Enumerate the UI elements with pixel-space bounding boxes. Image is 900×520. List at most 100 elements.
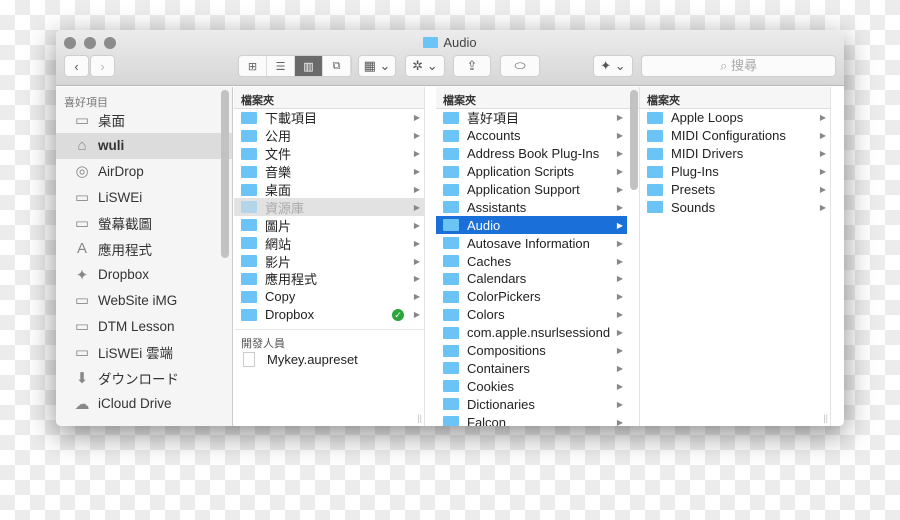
search-input[interactable]: ⌕ 搜尋: [641, 55, 836, 77]
sidebar-item-label: LiSWEi: [98, 189, 143, 205]
sidebar-item[interactable]: ▭ WebSite iMG: [56, 288, 232, 314]
sidebar-item[interactable]: ▭ 螢幕截圖: [56, 210, 232, 236]
folder-name: Assistants: [467, 199, 527, 215]
sidebar-item[interactable]: ▭ LiSWEi: [56, 184, 232, 210]
folder-name: Accounts: [467, 128, 521, 144]
folder-item[interactable]: 網站 ▶: [234, 234, 424, 252]
folder-item[interactable]: Presets ▶: [640, 181, 830, 199]
folder-item[interactable]: Accounts ▶: [436, 127, 627, 145]
folder-name: Dropbox: [265, 307, 315, 323]
sidebar-item[interactable]: ✦ Dropbox: [56, 262, 232, 288]
disclosure-arrow-icon: ▶: [413, 220, 420, 230]
action-gear-button[interactable]: ✲ ⌄: [405, 55, 445, 77]
disclosure-arrow-icon: ▶: [616, 363, 623, 373]
disclosure-arrow-icon: ▶: [616, 399, 623, 409]
folder-name: Plug-Ins: [671, 164, 719, 180]
folder-item[interactable]: com.apple.nsurlsessiond ▶: [436, 324, 627, 342]
column-resize-handle[interactable]: ||: [417, 413, 422, 423]
folder-item[interactable]: Plug-Ins ▶: [640, 163, 830, 181]
sidebar-item[interactable]: ▭ LiSWEi 雲端: [56, 339, 232, 365]
folder-item[interactable]: Application Support ▶: [436, 181, 627, 199]
folder-item[interactable]: Caches ▶: [436, 252, 627, 270]
folder-item[interactable]: 公用 ▶: [234, 127, 424, 145]
sidebar-item[interactable]: A 應用程式: [56, 236, 232, 262]
folder-item[interactable]: Compositions ▶: [436, 342, 627, 360]
folder-icon: [443, 326, 459, 339]
coverflow-view-button[interactable]: ⧉: [323, 56, 351, 76]
dropbox-button[interactable]: ✦ ⌄: [593, 55, 633, 77]
folder-item[interactable]: Apple Loops ▶: [640, 109, 830, 127]
sidebar-item-label: Dropbox: [98, 267, 150, 283]
home-icon: ⌂: [77, 137, 87, 155]
column-1: 檔案夾 下載項目 ▶ 公用 ▶ 文件 ▶ 音樂 ▶ 桌面 ▶ 資源庫 ▶ 圖片 ▶ 網站 ▶ 影片 ▶ 應用程式 ▶ C…: [234, 87, 425, 426]
folder-item[interactable]: Sounds ▶: [640, 198, 830, 216]
disclosure-arrow-icon: ▶: [616, 256, 623, 266]
folder-item[interactable]: Copy ▶: [234, 288, 424, 306]
folder-name: ColorPickers: [467, 289, 541, 305]
folder-icon: ▭: [74, 292, 90, 310]
folder-item[interactable]: 文件 ▶: [234, 145, 424, 163]
disclosure-arrow-icon: ▶: [616, 328, 623, 338]
sidebar: 喜好項目 ▭ 桌面 ⌂ wuli ◎ AirDrop ▭ LiSWEi ▭ 螢幕截圖 A 應用程式 ✦ D…: [56, 87, 233, 426]
sidebar-item-label: WebSite iMG: [98, 292, 178, 308]
sidebar-scrollbar[interactable]: [221, 90, 229, 258]
folder-item[interactable]: MIDI Configurations ▶: [640, 127, 830, 145]
folder-name: 音樂: [265, 165, 292, 181]
disclosure-arrow-icon: ▶: [616, 274, 623, 284]
folder-icon: [423, 37, 439, 48]
toolbar: Audio ‹ › ⊞ ☰ ▥ ⧉ ▦ ⌄ ✲ ⌄ ⇪ ⬭ ✦ ⌄ ⌕ 搜尋: [56, 30, 844, 86]
folder-item[interactable]: Dictionaries ▶: [436, 395, 627, 413]
sidebar-item[interactable]: ▭ 桌面: [56, 107, 232, 133]
folder-item[interactable]: Colors ▶: [436, 306, 627, 324]
tag-button[interactable]: ⬭: [500, 55, 540, 77]
sidebar-item[interactable]: ▭ DTM Lesson: [56, 313, 232, 339]
folder-item[interactable]: Application Scripts ▶: [436, 163, 627, 181]
folder-name: 公用: [265, 129, 292, 145]
forward-button[interactable]: ›: [90, 55, 115, 77]
folder-item[interactable]: 下載項目 ▶: [234, 109, 424, 127]
sidebar-item[interactable]: ◎ AirDrop: [56, 159, 232, 185]
share-button[interactable]: ⇪: [453, 55, 491, 77]
icon-view-button[interactable]: ⊞: [239, 56, 267, 76]
arrange-button[interactable]: ▦ ⌄: [358, 55, 396, 77]
folder-item[interactable]: Address Book Plug-Ins ▶: [436, 145, 627, 163]
folder-item[interactable]: 音樂 ▶: [234, 163, 424, 181]
sidebar-item[interactable]: ☁ iCloud Drive: [56, 391, 232, 417]
file-item[interactable]: Mykey.aupreset: [234, 351, 424, 369]
folder-item[interactable]: Falcon ▶: [436, 413, 627, 426]
disclosure-arrow-icon: ▶: [616, 310, 623, 320]
folder-item[interactable]: MIDI Drivers ▶: [640, 145, 830, 163]
folder-item[interactable]: 桌面 ▶: [234, 181, 424, 199]
folder-item[interactable]: Dropbox ✓ ▶: [234, 306, 424, 324]
list-view-button[interactable]: ☰: [267, 56, 295, 76]
finder-window: Audio ‹ › ⊞ ☰ ▥ ⧉ ▦ ⌄ ✲ ⌄ ⇪ ⬭ ✦ ⌄ ⌕ 搜尋 喜…: [56, 30, 844, 426]
folder-item[interactable]: Calendars ▶: [436, 270, 627, 288]
folder-name: MIDI Drivers: [671, 146, 744, 162]
folder-item[interactable]: 圖片 ▶: [234, 216, 424, 234]
folder-item[interactable]: 資源庫 ▶: [234, 198, 424, 217]
sidebar-item[interactable]: ⬇ ダウンロード: [56, 365, 232, 391]
folder-icon: [647, 183, 663, 196]
folder-item[interactable]: Autosave Information ▶: [436, 234, 627, 252]
folder-item[interactable]: Audio ▶: [436, 216, 627, 235]
column-view-button[interactable]: ▥: [295, 56, 323, 76]
folder-item[interactable]: 影片 ▶: [234, 252, 424, 270]
column-resize-handle[interactable]: ||: [823, 413, 828, 423]
sidebar-item-label: 應用程式: [98, 242, 152, 258]
folder-item[interactable]: Assistants ▶: [436, 198, 627, 216]
column-scrollbar[interactable]: [630, 90, 638, 190]
folder-name: Presets: [671, 182, 716, 197]
back-button[interactable]: ‹: [64, 55, 89, 77]
folder-item[interactable]: Cookies ▶: [436, 377, 627, 395]
sidebar-item[interactable]: ⌂ wuli: [56, 132, 232, 159]
folder-name: 圖片: [265, 218, 292, 234]
folder-item[interactable]: Containers ▶: [436, 359, 627, 377]
folder-item[interactable]: 應用程式 ▶: [234, 270, 424, 288]
folder-name: MIDI Configurations: [671, 128, 786, 144]
folder-item[interactable]: 喜好項目 ▶: [436, 109, 627, 127]
folder-icon: [647, 129, 663, 142]
folder-item[interactable]: ColorPickers ▶: [436, 288, 627, 306]
folder-name: 應用程式: [265, 272, 318, 288]
applications-icon: A: [76, 240, 87, 258]
document-icon: [243, 352, 255, 368]
